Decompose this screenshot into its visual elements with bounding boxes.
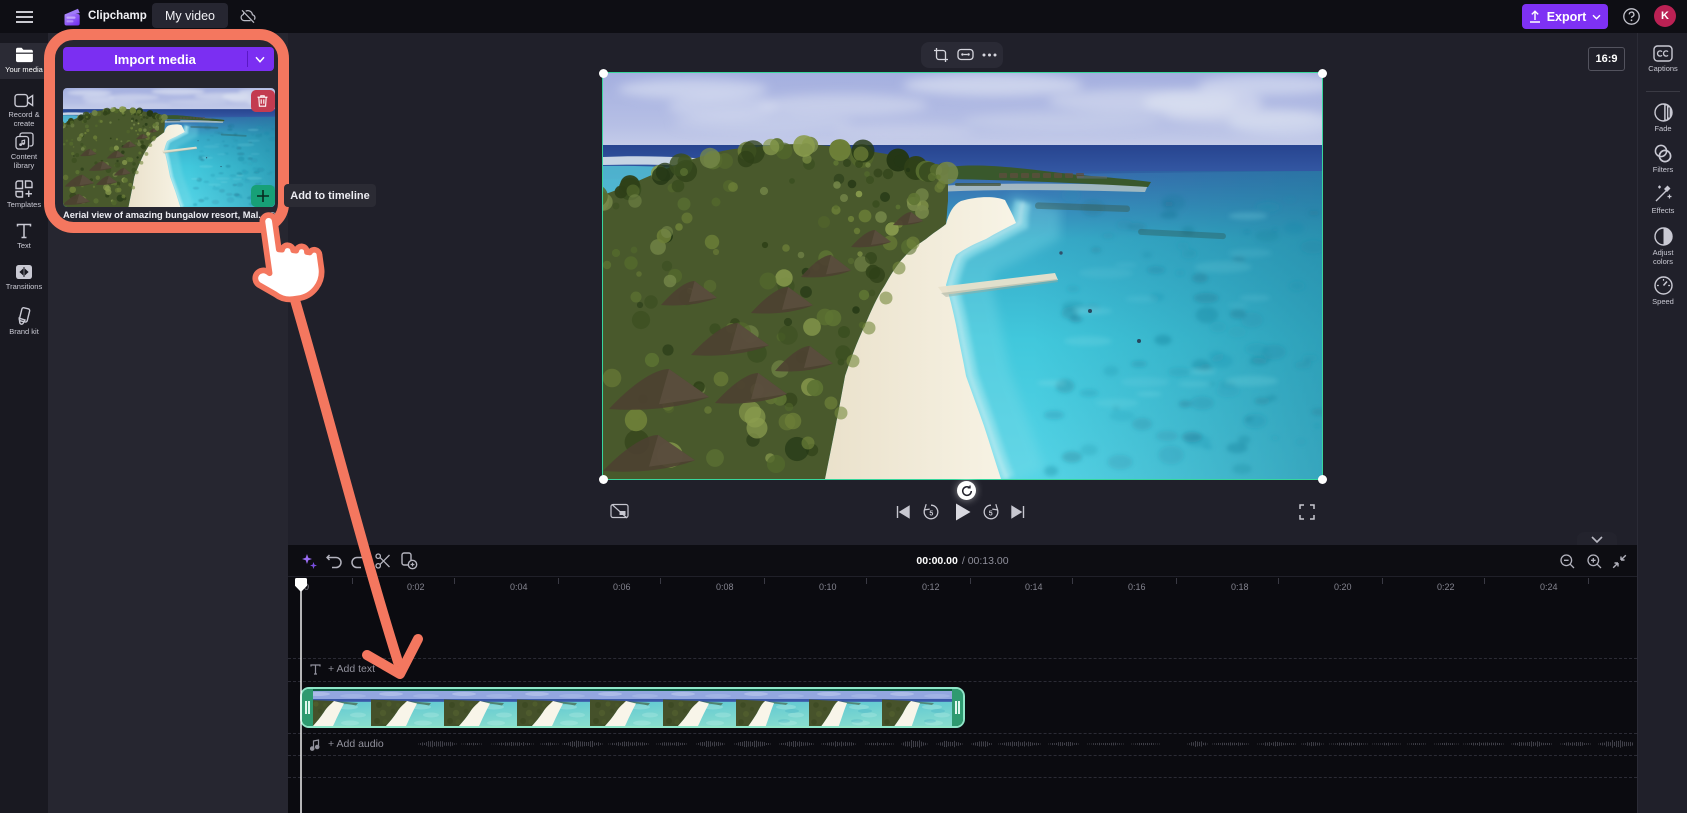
svg-text:5: 5 <box>989 510 993 517</box>
svg-text:5: 5 <box>929 510 933 517</box>
